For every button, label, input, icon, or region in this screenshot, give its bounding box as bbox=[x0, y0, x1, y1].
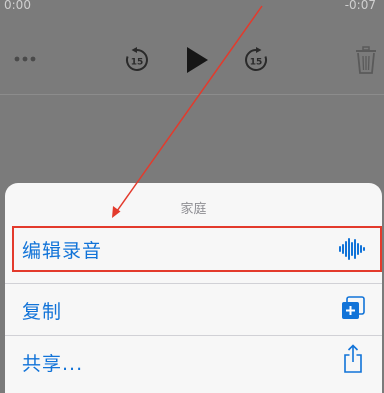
copy-row[interactable]: 复制 bbox=[5, 284, 382, 336]
copy-label: 复制 bbox=[22, 301, 63, 323]
remaining-time: -0:07 bbox=[344, 0, 376, 12]
share-icon bbox=[344, 344, 362, 373]
highlight-box bbox=[12, 226, 382, 272]
more-icon[interactable] bbox=[14, 55, 36, 63]
share-row[interactable]: 共享... bbox=[5, 336, 382, 388]
trash-icon[interactable] bbox=[355, 46, 377, 74]
skip-back-label: 15 bbox=[131, 58, 144, 68]
divider bbox=[0, 94, 384, 95]
skip-back-15-icon[interactable]: 15 bbox=[124, 47, 150, 73]
elapsed-time: 0:00 bbox=[4, 0, 31, 12]
duplicate-icon bbox=[342, 296, 365, 319]
share-label: 共享... bbox=[22, 353, 84, 375]
action-sheet: 家庭 编辑录音 复制 共享... bbox=[5, 183, 382, 393]
play-icon[interactable] bbox=[184, 46, 210, 74]
sheet-title: 家庭 bbox=[180, 202, 207, 217]
skip-forward-label: 15 bbox=[250, 58, 263, 68]
skip-forward-15-icon[interactable]: 15 bbox=[243, 47, 269, 73]
playback-controls: 15 15 bbox=[0, 35, 384, 85]
